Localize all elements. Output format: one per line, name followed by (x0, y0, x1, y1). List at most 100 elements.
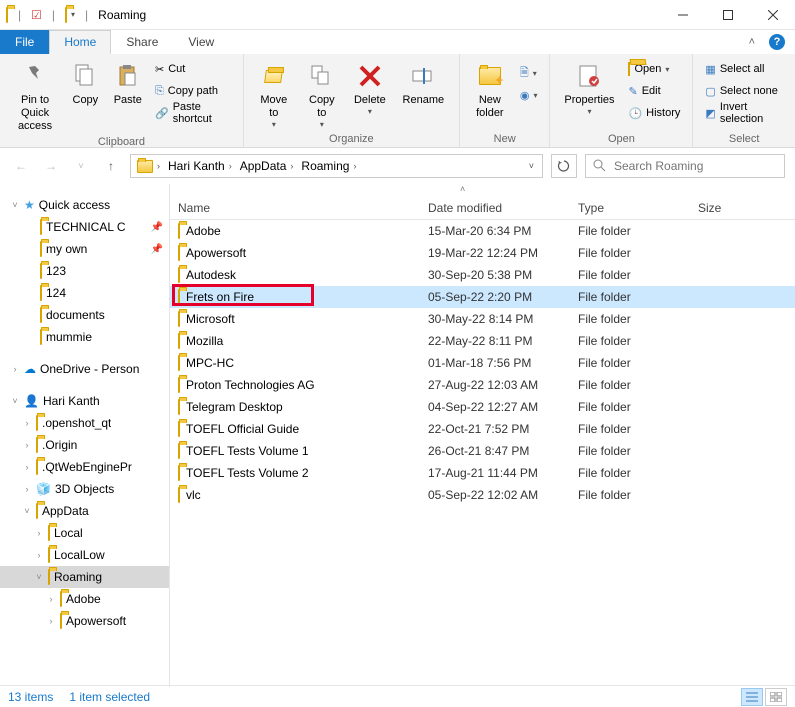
pin-to-quick-access-button[interactable]: Pin to Quick access (8, 56, 62, 134)
breadcrumb-item[interactable]: AppData › (236, 159, 298, 173)
move-to-button[interactable]: Move to▾ (252, 56, 296, 130)
tree-item[interactable]: documents (0, 304, 169, 326)
easy-access-button[interactable]: ◉▾ (516, 84, 542, 106)
paste-shortcut-button[interactable]: 🔗Paste shortcut (151, 102, 235, 124)
group-label-clipboard: Clipboard (8, 134, 235, 150)
minimize-button[interactable] (660, 0, 705, 30)
table-row[interactable]: Microsoft 30-May-22 8:14 PM File folder (170, 308, 795, 330)
delete-button[interactable]: Delete▾ (348, 56, 392, 117)
thumbnails-view-button[interactable] (765, 688, 787, 706)
search-box[interactable] (585, 154, 785, 178)
breadcrumb-item[interactable]: Roaming › (297, 159, 360, 173)
tree-item[interactable]: ›.Origin (0, 434, 169, 456)
back-button[interactable]: ← (10, 155, 32, 177)
edit-button[interactable]: ✎Edit (624, 80, 684, 102)
forward-button[interactable]: → (40, 155, 62, 177)
details-view-button[interactable] (741, 688, 763, 706)
tree-label: Adobe (66, 592, 101, 606)
tree-item[interactable]: ›LocalLow (0, 544, 169, 566)
tree-item[interactable]: ˅👤Hari Kanth (0, 390, 169, 412)
table-row[interactable]: TOEFL Tests Volume 2 17-Aug-21 11:44 PM … (170, 462, 795, 484)
tree-item[interactable]: ›Adobe (0, 588, 169, 610)
column-headers[interactable]: Name Date modified Type Size (170, 196, 795, 220)
tree-item[interactable]: ˅★Quick access (0, 194, 169, 216)
file-type: File folder (570, 312, 690, 326)
folder-icon (178, 422, 180, 436)
chevron-down-icon[interactable]: ˅ (529, 161, 540, 171)
tab-home[interactable]: Home (49, 30, 111, 54)
copy-button[interactable]: Copy (66, 56, 104, 107)
close-button[interactable] (750, 0, 795, 30)
maximize-button[interactable] (705, 0, 750, 30)
table-row[interactable]: MPC-HC 01-Mar-18 7:56 PM File folder (170, 352, 795, 374)
paste-button[interactable]: Paste (109, 56, 147, 107)
folder-icon (178, 268, 180, 282)
search-input[interactable] (614, 159, 778, 173)
breadcrumb[interactable]: › Hari Kanth › AppData › Roaming › ˅ (130, 154, 543, 178)
table-row[interactable]: Adobe 15-Mar-20 6:34 PM File folder (170, 220, 795, 242)
table-row[interactable]: Frets on Fire 05-Sep-22 2:20 PM File fol… (170, 286, 795, 308)
tree-item[interactable]: ›☁OneDrive - Person (0, 358, 169, 380)
invert-selection-button[interactable]: ◩Invert selection (701, 102, 787, 124)
tree-item[interactable]: ›.QtWebEnginePr (0, 456, 169, 478)
tree-item[interactable]: ›.openshot_qt (0, 412, 169, 434)
item-count: 13 items (8, 690, 53, 704)
tree-item[interactable]: ›Local (0, 522, 169, 544)
file-name: Adobe (186, 224, 221, 238)
tree-label: Roaming (54, 570, 102, 584)
history-button[interactable]: 🕒History (624, 102, 684, 124)
folder-icon: › (133, 160, 164, 173)
copy-to-icon (306, 60, 338, 92)
select-all-icon: ▦ (705, 63, 715, 76)
navigation-pane[interactable]: ˅★Quick accessTECHNICAL C📌my own📌123124d… (0, 184, 170, 687)
select-none-button[interactable]: ▢Select none (701, 80, 787, 102)
table-row[interactable]: Mozilla 22-May-22 8:11 PM File folder (170, 330, 795, 352)
file-type: File folder (570, 334, 690, 348)
tree-item[interactable]: 123 (0, 260, 169, 282)
folder-icon (48, 548, 50, 562)
tree-item[interactable]: TECHNICAL C📌 (0, 216, 169, 238)
table-row[interactable]: TOEFL Tests Volume 1 26-Oct-21 8:47 PM F… (170, 440, 795, 462)
table-row[interactable]: TOEFL Official Guide 22-Oct-21 7:52 PM F… (170, 418, 795, 440)
breadcrumb-item[interactable]: Hari Kanth › (164, 159, 236, 173)
tree-item[interactable]: 124 (0, 282, 169, 304)
column-name[interactable]: Name (170, 201, 420, 215)
tree-item[interactable]: ›Apowersoft (0, 610, 169, 632)
file-date: 05-Sep-22 12:02 AM (420, 488, 570, 502)
properties-button[interactable]: Properties▾ (558, 56, 620, 117)
column-type[interactable]: Type (570, 201, 690, 215)
onedrive-icon: ☁ (24, 362, 36, 376)
file-type: File folder (570, 422, 690, 436)
rename-button[interactable]: Rename (396, 56, 451, 107)
refresh-button[interactable] (551, 154, 577, 178)
open-button[interactable]: Open ▾ (624, 58, 684, 80)
table-row[interactable]: Telegram Desktop 04-Sep-22 12:27 AM File… (170, 396, 795, 418)
column-date[interactable]: Date modified (420, 201, 570, 215)
tree-item[interactable]: ˅AppData (0, 500, 169, 522)
file-date: 30-Sep-20 5:38 PM (420, 268, 570, 282)
table-row[interactable]: Proton Technologies AG 27-Aug-22 12:03 A… (170, 374, 795, 396)
tree-item[interactable]: my own📌 (0, 238, 169, 260)
copy-path-button[interactable]: ⎘Copy path (151, 80, 235, 102)
copy-to-button[interactable]: Copy to▾ (300, 56, 344, 130)
tab-view[interactable]: View (173, 30, 229, 54)
select-all-button[interactable]: ▦Select all (701, 58, 787, 80)
new-folder-button[interactable]: ✦ New folder (468, 56, 512, 120)
table-row[interactable]: vlc 05-Sep-22 12:02 AM File folder (170, 484, 795, 506)
up-button[interactable]: ↑ (100, 155, 122, 177)
tree-item[interactable]: ›🧊3D Objects (0, 478, 169, 500)
table-row[interactable]: Autodesk 30-Sep-20 5:38 PM File folder (170, 264, 795, 286)
tree-item[interactable]: mummie (0, 326, 169, 348)
new-item-button[interactable]: 🗎▾ (516, 62, 542, 84)
cut-button[interactable]: ✂Cut (151, 58, 235, 80)
qat-dropdown-icon[interactable]: ▾ (71, 10, 75, 19)
tab-file[interactable]: File (0, 30, 49, 54)
tab-share[interactable]: Share (111, 30, 173, 54)
tree-item[interactable]: ˅Roaming (0, 566, 169, 588)
qat-properties-icon[interactable]: ☑ (31, 8, 42, 22)
table-row[interactable]: Apowersoft 19-Mar-22 12:24 PM File folde… (170, 242, 795, 264)
column-size[interactable]: Size (690, 201, 795, 215)
ribbon-collapse-icon[interactable]: ˄ (749, 36, 755, 48)
recent-locations-button[interactable]: ˅ (70, 155, 92, 177)
help-icon[interactable]: ? (769, 34, 785, 50)
